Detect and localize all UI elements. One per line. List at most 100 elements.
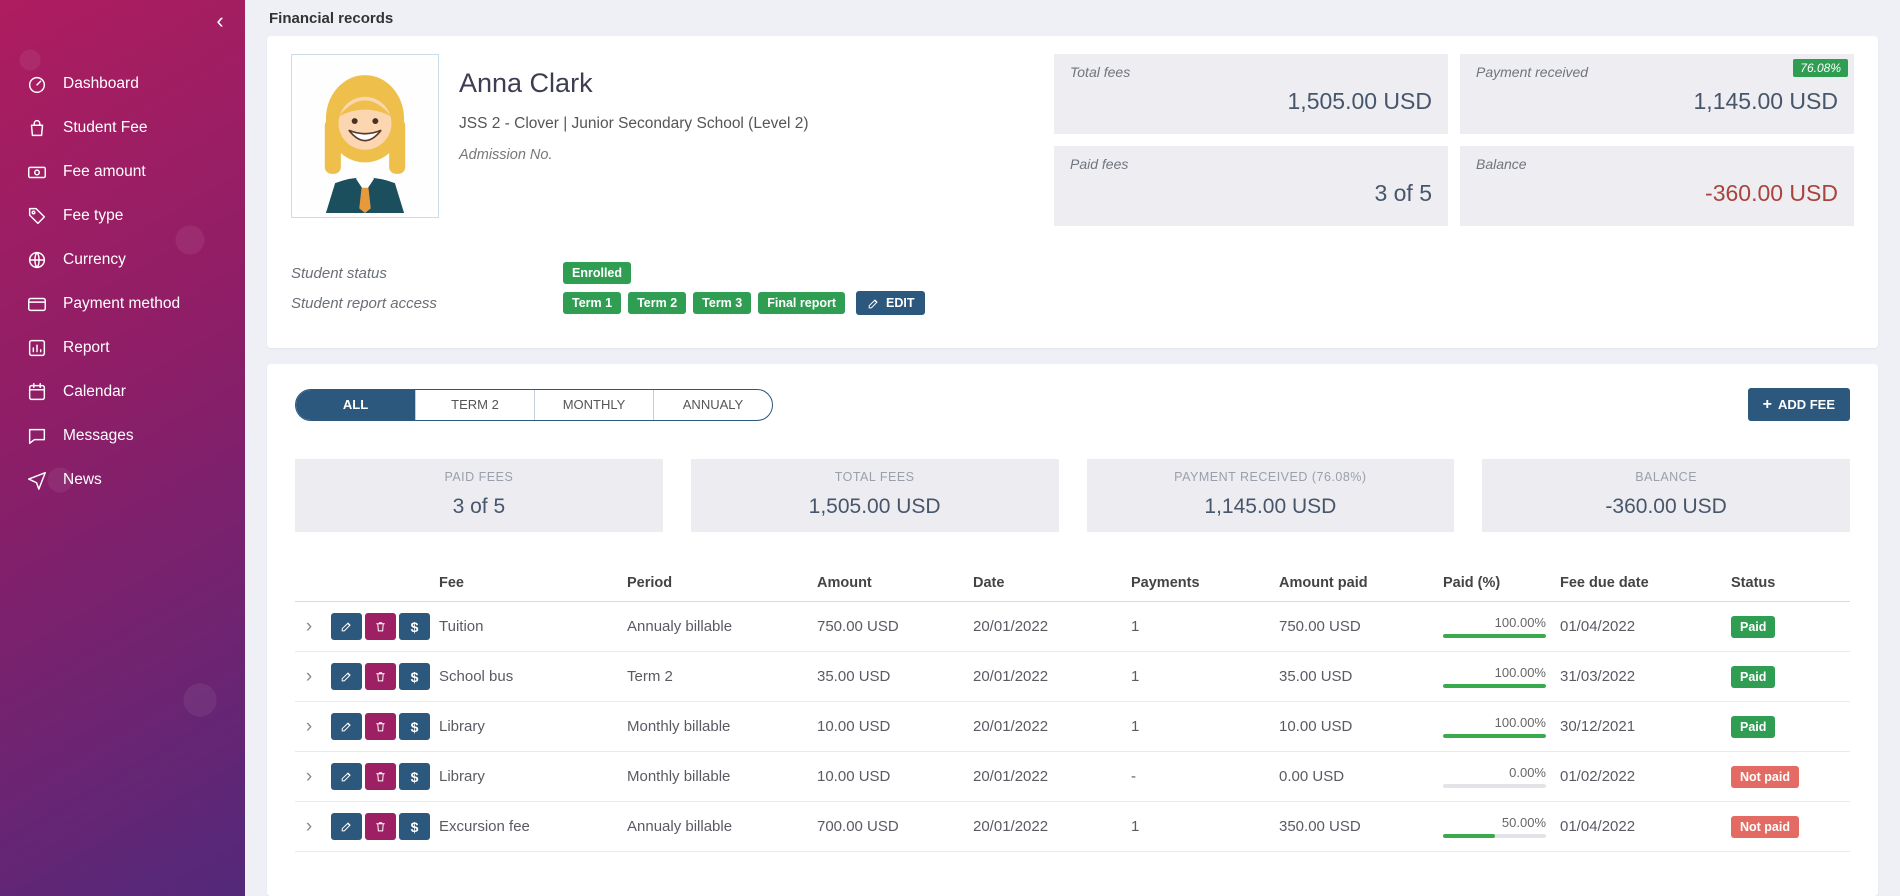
col-payments: Payments bbox=[1131, 575, 1279, 591]
page-title: Financial records bbox=[267, 0, 1878, 36]
pencil-icon bbox=[340, 620, 353, 633]
fee-payments: 1 bbox=[1131, 818, 1279, 835]
fee-period: Monthly billable bbox=[627, 718, 817, 735]
payment-received-label: Payment received bbox=[1476, 64, 1838, 80]
report-badge-term1: Term 1 bbox=[563, 292, 621, 314]
fee-amount-paid: 350.00 USD bbox=[1279, 818, 1443, 835]
sidebar-item-news[interactable]: News bbox=[0, 458, 245, 502]
sidebar-item-student-fee[interactable]: Student Fee bbox=[0, 106, 245, 150]
student-name: Anna Clark bbox=[459, 68, 1054, 99]
sidebar-item-label: Currency bbox=[63, 251, 126, 269]
main-content: Financial records bbox=[245, 0, 1900, 896]
edit-fee-button[interactable] bbox=[331, 763, 362, 790]
sidebar-item-report[interactable]: Report bbox=[0, 326, 245, 370]
status-badge: Not paid bbox=[1731, 766, 1799, 788]
paid-progress-bar bbox=[1443, 684, 1546, 688]
edit-fee-button[interactable] bbox=[331, 663, 362, 690]
fee-payments: 1 bbox=[1131, 718, 1279, 735]
fee-due-date: 31/03/2022 bbox=[1560, 668, 1731, 685]
sidebar-item-calendar[interactable]: Calendar bbox=[0, 370, 245, 414]
enrolled-status-badge: Enrolled bbox=[563, 262, 631, 284]
table-header-row: Fee Period Amount Date Payments Amount p… bbox=[295, 564, 1850, 602]
delete-fee-button[interactable] bbox=[365, 663, 396, 690]
edit-fee-button[interactable] bbox=[331, 613, 362, 640]
sidebar-item-currency[interactable]: Currency bbox=[0, 238, 245, 282]
trash-icon bbox=[374, 620, 387, 633]
payment-button[interactable]: $ bbox=[399, 663, 430, 690]
payment-button[interactable]: $ bbox=[399, 713, 430, 740]
row-expand-chevron[interactable]: › bbox=[295, 616, 331, 638]
status-badge: Paid bbox=[1731, 666, 1775, 688]
payment-button[interactable]: $ bbox=[399, 763, 430, 790]
payment-button[interactable]: $ bbox=[399, 613, 430, 640]
paid-percent-label: 50.00% bbox=[1443, 815, 1546, 830]
sidebar-item-label: Fee amount bbox=[63, 163, 146, 181]
table-row: › $ School bus Term 2 35.00 USD 20/01/20… bbox=[295, 652, 1850, 702]
tab-all[interactable]: ALL bbox=[296, 390, 415, 420]
fee-name: Excursion fee bbox=[439, 818, 627, 835]
trash-icon bbox=[374, 720, 387, 733]
tab-monthly[interactable]: MONTHLY bbox=[534, 390, 653, 420]
paid-percent-label: 0.00% bbox=[1443, 765, 1546, 780]
pencil-icon bbox=[340, 820, 353, 833]
trash-icon bbox=[374, 770, 387, 783]
edit-fee-button[interactable] bbox=[331, 713, 362, 740]
fee-type-icon bbox=[26, 205, 48, 227]
delete-fee-button[interactable] bbox=[365, 613, 396, 640]
row-expand-chevron[interactable]: › bbox=[295, 766, 331, 788]
report-badge-term3: Term 3 bbox=[693, 292, 751, 314]
fee-summary-grid: Total fees 1,505.00 USD 76.08% Payment r… bbox=[1054, 54, 1854, 226]
sidebar-collapse-icon[interactable]: ‹ bbox=[207, 8, 233, 34]
fee-date: 20/01/2022 bbox=[973, 718, 1131, 735]
fee-amount-paid: 35.00 USD bbox=[1279, 668, 1443, 685]
edit-button-label: EDIT bbox=[886, 296, 914, 310]
pencil-icon bbox=[867, 297, 880, 310]
sidebar-item-messages[interactable]: Messages bbox=[0, 414, 245, 458]
row-expand-chevron[interactable]: › bbox=[295, 716, 331, 738]
fee-amount: 10.00 USD bbox=[817, 718, 973, 735]
sidebar: ‹ Dashboard Student Fee Fee amount Fee t… bbox=[0, 0, 245, 896]
tab-annualy[interactable]: ANNUALY bbox=[653, 390, 772, 420]
messages-icon bbox=[26, 425, 48, 447]
table-row: › $ Library Monthly billable 10.00 USD 2… bbox=[295, 702, 1850, 752]
delete-fee-button[interactable] bbox=[365, 713, 396, 740]
row-expand-chevron[interactable]: › bbox=[295, 816, 331, 838]
fee-amount-paid: 750.00 USD bbox=[1279, 618, 1443, 635]
col-amount-paid: Amount paid bbox=[1279, 575, 1443, 591]
row-expand-chevron[interactable]: › bbox=[295, 666, 331, 688]
sidebar-item-fee-type[interactable]: Fee type bbox=[0, 194, 245, 238]
paid-percent-label: 100.00% bbox=[1443, 615, 1546, 630]
paid-percent-label: 100.00% bbox=[1443, 715, 1546, 730]
fee-due-date: 01/04/2022 bbox=[1560, 618, 1731, 635]
sidebar-item-label: News bbox=[63, 471, 102, 489]
fee-stats-row: PAID FEES 3 of 5 TOTAL FEES 1,505.00 USD… bbox=[295, 459, 1850, 532]
report-icon bbox=[26, 337, 48, 359]
col-status: Status bbox=[1731, 575, 1850, 591]
fee-amount: 35.00 USD bbox=[817, 668, 973, 685]
fee-amount: 750.00 USD bbox=[817, 618, 973, 635]
balance-box: Balance -360.00 USD bbox=[1460, 146, 1854, 226]
delete-fee-button[interactable] bbox=[365, 813, 396, 840]
edit-fee-button[interactable] bbox=[331, 813, 362, 840]
table-row: › $ Tuition Annualy billable 750.00 USD … bbox=[295, 602, 1850, 652]
paid-progress-bar bbox=[1443, 784, 1546, 788]
sidebar-item-dashboard[interactable]: Dashboard bbox=[0, 62, 245, 106]
payment-method-icon bbox=[26, 293, 48, 315]
sidebar-item-label: Dashboard bbox=[63, 75, 139, 93]
status-badge: Not paid bbox=[1731, 816, 1799, 838]
delete-fee-button[interactable] bbox=[365, 763, 396, 790]
sidebar-item-payment-method[interactable]: Payment method bbox=[0, 282, 245, 326]
fee-due-date: 01/02/2022 bbox=[1560, 768, 1731, 785]
edit-report-access-button[interactable]: EDIT bbox=[856, 291, 925, 315]
report-badge-term2: Term 2 bbox=[628, 292, 686, 314]
sidebar-item-fee-amount[interactable]: Fee amount bbox=[0, 150, 245, 194]
payment-button[interactable]: $ bbox=[399, 813, 430, 840]
tab-term2[interactable]: TERM 2 bbox=[415, 390, 534, 420]
add-fee-button[interactable]: + ADD FEE bbox=[1748, 388, 1850, 421]
sidebar-item-label: Student Fee bbox=[63, 119, 147, 137]
payment-received-value: 1,145.00 USD bbox=[1476, 88, 1838, 115]
stat-total-fees: TOTAL FEES 1,505.00 USD bbox=[691, 459, 1059, 532]
fee-date: 20/01/2022 bbox=[973, 768, 1131, 785]
plus-icon: + bbox=[1763, 399, 1772, 411]
avatar-illustration bbox=[296, 59, 434, 213]
